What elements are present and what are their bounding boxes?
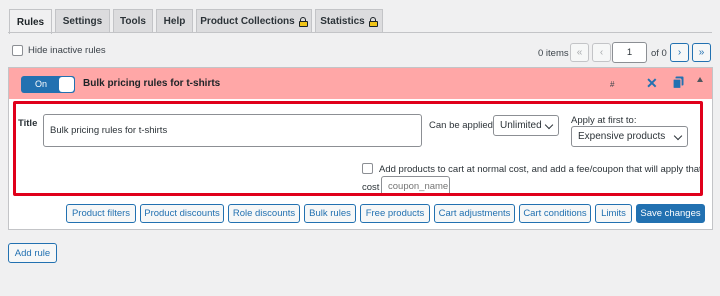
- role-discounts-button[interactable]: Role discounts: [228, 204, 300, 223]
- tabs-divider: [8, 32, 712, 33]
- free-products-button[interactable]: Free products: [360, 204, 430, 223]
- nav-tabs: Rules Settings Tools Help Product Collec…: [0, 0, 720, 34]
- product-discounts-button[interactable]: Product discounts: [140, 204, 224, 223]
- lock-icon: [298, 16, 308, 27]
- items-count: 0 items: [538, 48, 569, 59]
- tab-rules[interactable]: Rules: [9, 9, 52, 34]
- tab-label: Statistics: [320, 16, 365, 27]
- cart-adjustments-button[interactable]: Cart adjustments: [434, 204, 515, 223]
- save-changes-button[interactable]: Save changes: [636, 204, 705, 223]
- highlight-frame: [13, 101, 703, 196]
- prev-page-button[interactable]: ‹: [592, 43, 611, 62]
- next-page-button[interactable]: ›: [670, 43, 689, 62]
- rule-enabled-toggle[interactable]: On: [21, 76, 75, 93]
- product-filters-button[interactable]: Product filters: [66, 204, 136, 223]
- close-icon[interactable]: ✕: [646, 75, 658, 92]
- rule-header[interactable]: On Bulk pricing rules for t-shirts # ✕: [9, 68, 712, 99]
- tab-label: Tools: [120, 16, 146, 27]
- page-total: of 0: [651, 48, 667, 59]
- lock-icon: [368, 16, 378, 27]
- copy-icon[interactable]: [672, 76, 685, 89]
- tab-label: Product Collections: [200, 16, 295, 27]
- hide-inactive-label: Hide inactive rules: [28, 45, 106, 56]
- rule-id-hash: #: [610, 80, 615, 89]
- tab-help[interactable]: Help: [156, 9, 193, 33]
- toggle-label: On: [35, 79, 48, 89]
- tab-tools[interactable]: Tools: [113, 9, 153, 33]
- cart-conditions-button[interactable]: Cart conditions: [519, 204, 591, 223]
- last-page-button[interactable]: »: [692, 43, 711, 62]
- tab-product-collections[interactable]: Product Collections: [196, 9, 312, 33]
- tab-label: Help: [163, 16, 186, 27]
- first-page-button[interactable]: «: [570, 43, 589, 62]
- limits-button[interactable]: Limits: [595, 204, 632, 223]
- add-rule-button[interactable]: Add rule: [8, 243, 57, 263]
- collapse-icon[interactable]: [697, 77, 703, 82]
- hide-inactive-checkbox[interactable]: [12, 45, 23, 56]
- rule-title: Bulk pricing rules for t-shirts: [83, 78, 221, 89]
- toggle-knob: [59, 77, 74, 92]
- tab-statistics[interactable]: Statistics: [315, 9, 383, 33]
- bulk-rules-button[interactable]: Bulk rules: [304, 204, 356, 223]
- tab-label: Settings: [62, 16, 103, 27]
- tab-settings[interactable]: Settings: [55, 9, 110, 33]
- page-number-input[interactable]: 1: [612, 42, 647, 63]
- tab-label: Rules: [16, 16, 45, 28]
